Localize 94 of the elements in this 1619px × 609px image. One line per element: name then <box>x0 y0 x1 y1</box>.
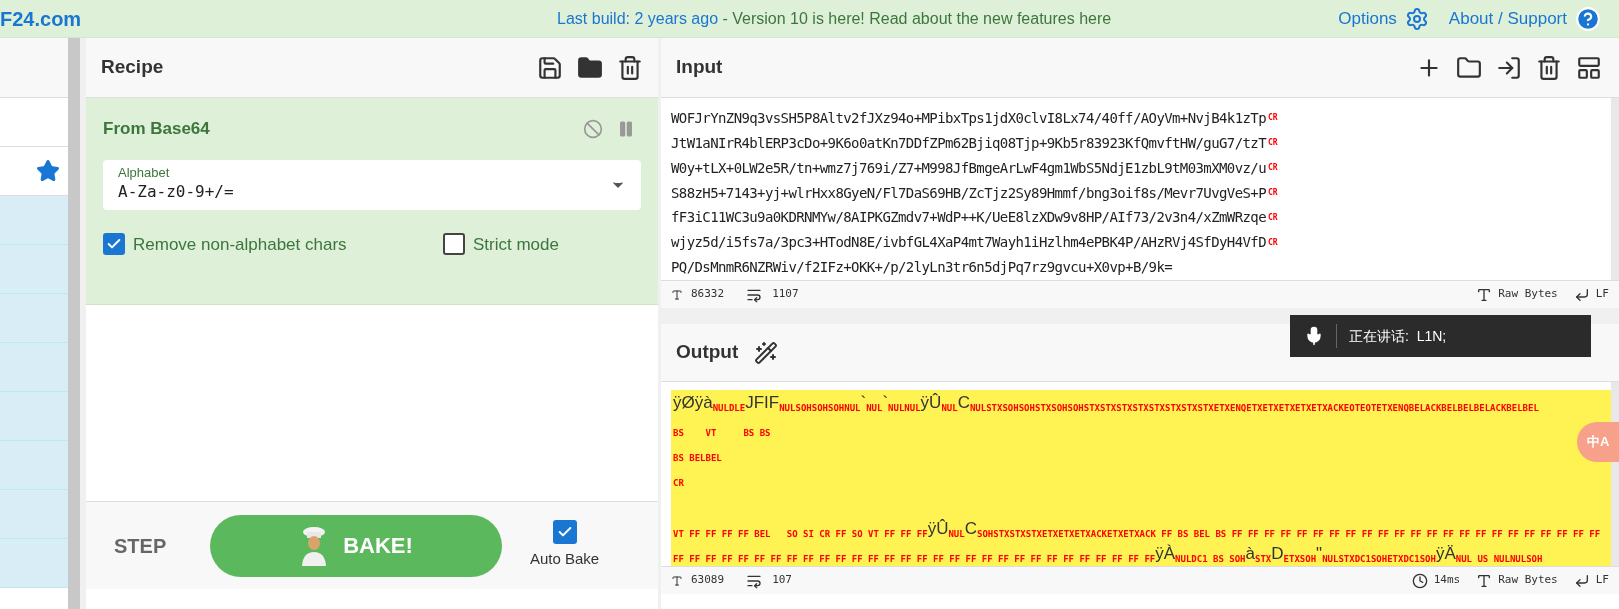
carriage-return: CR <box>1268 162 1278 175</box>
version-notice: - Version 10 is here! Read about the new features here <box>721 8 1112 29</box>
bake-time: 14ms <box>1433 572 1461 589</box>
output-char: C <box>964 517 977 540</box>
about-link[interactable]: About / Support <box>1448 5 1567 32</box>
help-icon[interactable] <box>1575 5 1601 32</box>
build-link[interactable]: Last build: 2 years ago <box>557 6 719 31</box>
output-char: ÿÛ <box>927 517 949 540</box>
save-icon[interactable] <box>537 54 563 81</box>
control-char: FF FF FF FF FF FF FF FF FF FF FF FF FF FF FF FF FF FF FF FF FF FF FF FF FF FF FF FF FF FF <box>673 553 1156 566</box>
carriage-return: CR <box>1268 211 1278 224</box>
input-line: JtW1aNIrR4blERP3cDo+9K6o0atKn7DDfZPm62Bjiq08Tjp+9Kb5r83923KfQmvftHW/guG7/tzT <box>671 133 1266 153</box>
control-char: STX <box>1255 553 1272 566</box>
control-char: NUL <box>948 528 965 541</box>
control-char: NULDLE <box>712 402 746 415</box>
carriage-return: CR <box>1268 236 1278 249</box>
output-char: C <box>957 391 970 414</box>
input-eol[interactable]: LF <box>1595 286 1609 303</box>
eol-icon[interactable] <box>1573 572 1590 589</box>
operation-title: From Base64 <box>103 118 211 140</box>
output-char: ÿÛ <box>920 391 942 414</box>
control-char: NULDC1 BS SOH <box>1175 553 1246 566</box>
output-char: ` <box>860 391 867 414</box>
input-line: wjyz5d/i5fs7a/3pc3+HTodN8E/ivbfGL4XaP4mt7Wayh1iHzlhm4ePBK4P/AHzRVj4SfDyH4VfD <box>671 233 1266 253</box>
output-char: D <box>1271 542 1284 565</box>
carriage-return: CR <box>1268 112 1278 125</box>
input-line: W0y+tLX+0LW2e5R/tn+wmz7j769i/Z7+M998JfBmgeArLwF4gm1WbS5NdjE1zbL9tM03mXM0vz/u <box>671 158 1266 178</box>
length-icon <box>671 288 683 301</box>
control-char: NULSOHSOHSOHNUL <box>779 402 861 415</box>
output-title: Output <box>676 340 739 365</box>
microphone-icon[interactable] <box>1304 326 1324 346</box>
bake-button[interactable]: BAKE! <box>210 514 502 577</box>
input-length: 86332 <box>691 286 725 303</box>
auto-bake-label[interactable]: Auto Bake <box>530 548 600 571</box>
checkbox-label[interactable]: Remove non-alphabet chars <box>133 231 347 257</box>
checkbox[interactable] <box>552 520 577 545</box>
control-char: CR <box>673 476 684 490</box>
encoding-icon[interactable] <box>1476 572 1493 589</box>
input-line: fF3iC11WC3u9a0KDRNMYw/8AIPKGZmdv7+WdP++K/UeE8lzXDw9v8HP/AIf73/2v3n4/xZmWRzqe <box>671 208 1266 228</box>
magic-wand-icon[interactable] <box>754 340 779 365</box>
output-char: à <box>1245 542 1255 565</box>
output-char: ` <box>882 391 889 414</box>
speech-text: 正在讲话: L1N; <box>1349 326 1447 346</box>
input-title: Input <box>676 55 724 80</box>
options-link[interactable]: Options <box>1338 5 1397 32</box>
star-icon <box>36 159 60 183</box>
eol-icon[interactable] <box>1573 286 1590 303</box>
delete-icon[interactable] <box>617 54 643 81</box>
layout-icon[interactable] <box>1576 54 1602 81</box>
control-char: NUL <box>866 401 883 415</box>
control-char: NULSTXDC1SOHETXDC1SOH <box>1322 553 1436 566</box>
carriage-return: CR <box>1268 187 1278 199</box>
control-char: VT FF FF FF FF BEL SO SI CR FF SO VT FF FF FF <box>673 528 928 541</box>
carriage-return: CR <box>1268 137 1278 150</box>
control-char: NUL <box>941 402 958 415</box>
delete-icon[interactable] <box>1536 54 1562 81</box>
output-char: JFIF <box>745 391 780 414</box>
control-char: NUL US NULNULSOH <box>1455 553 1543 566</box>
recipe-title: Recipe <box>101 55 165 80</box>
input-encoding[interactable]: Raw Bytes <box>1498 286 1558 303</box>
control-char: NULSTXSOHSOHSTXSOHSOHSTXSTXSTXSTXSTXSTXSTXSTXETXENQETXETXETXETXETXACKEOTEOTETXENQBELACKBELBELBELACKBELBEL <box>969 402 1539 415</box>
output-char: ÿÀ <box>1155 542 1176 565</box>
output-encoding[interactable]: Raw Bytes <box>1498 572 1558 589</box>
input-line: S88zH5+7143+yj+wlrHxx8GyeN/Fl7DaS69HB/ZcTjz2Sy89Hmmf/bng3oif8s/Mevr7UvgVeS+P <box>671 183 1266 203</box>
step-button[interactable]: STEP <box>114 530 210 561</box>
alphabet-field[interactable]: Alphabet A-Za-z0-9+/= <box>103 159 641 210</box>
field-label: Alphabet <box>118 165 171 180</box>
scrollbar[interactable] <box>68 38 80 609</box>
checkbox-label[interactable]: Strict mode <box>473 231 559 257</box>
field-value: A-Za-z0-9+/= <box>118 180 235 203</box>
clock-icon <box>1411 572 1428 589</box>
input-line: PQ/DsMnmR6NZRWiv/f2IFz+OKK+/p/2lyLn3tr6n5djPq7rz9gvcu+X0vp+B/9k= <box>671 258 1173 278</box>
folder-icon[interactable] <box>577 54 603 81</box>
control-char: SOHSTXSTXSTXETXETXETXACKETXETXACK FF BS BEL BS FF FF FF FF FF FF FF FF FF FF FF FF FF FF FF FF FF FF FF FF FF FF FF <box>977 528 1601 541</box>
folder-icon[interactable] <box>1456 54 1482 81</box>
settings-icon[interactable] <box>1404 6 1429 31</box>
checkbox[interactable] <box>443 233 465 256</box>
output-char: " <box>1316 542 1323 565</box>
input-lines: 1107 <box>772 286 799 303</box>
logo-text[interactable]: F24.com <box>0 3 330 34</box>
checkbox[interactable] <box>103 233 125 256</box>
control-char: BS VT BS BS <box>673 426 771 440</box>
output-char: ÿÄ <box>1435 542 1456 565</box>
input-line: WOFJrYnZN9q3vsSH5P8Altv2fJXz94o+MPibxTps1jdX0clvI8Lx74/40ff/AOyVm+NvjB4k1zTp <box>671 108 1266 128</box>
encoding-icon[interactable] <box>1476 286 1493 303</box>
output-eol[interactable]: LF <box>1595 572 1609 589</box>
output-char: ÿØÿà <box>673 391 713 414</box>
output-lines: 107 <box>772 572 792 589</box>
import-icon[interactable] <box>1496 54 1522 81</box>
length-icon <box>671 574 683 587</box>
output-length: 63089 <box>691 572 725 589</box>
control-char: ETXSOH <box>1283 553 1317 566</box>
control-char: BS BELBEL <box>673 451 722 465</box>
control-char: NULNUL <box>888 402 921 415</box>
